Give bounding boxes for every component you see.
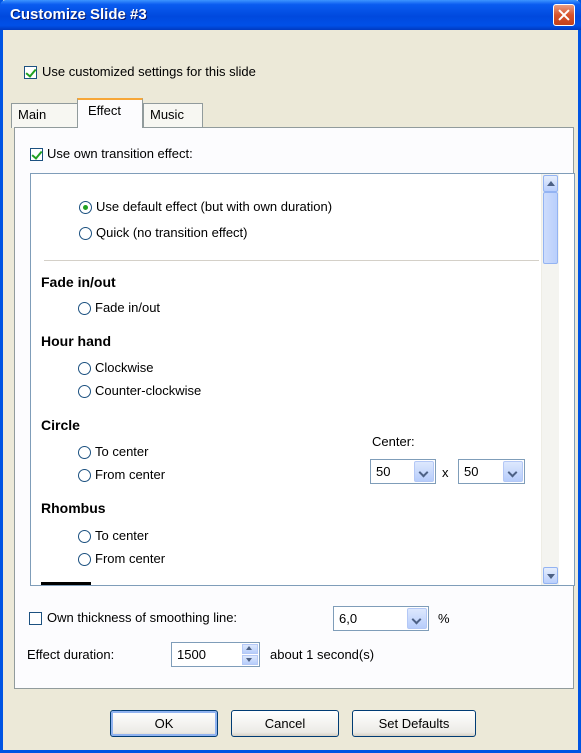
rhombus-from-center-label[interactable]: From center bbox=[95, 551, 165, 566]
scroll-up-button[interactable] bbox=[543, 175, 558, 192]
effects-scrollbar[interactable] bbox=[541, 174, 559, 585]
dialog-window: Customize Slide #3 Use customized settin… bbox=[0, 0, 581, 753]
radio-rhombus-to-center[interactable] bbox=[78, 530, 91, 543]
use-customized-checkbox[interactable] bbox=[24, 66, 37, 79]
radio-circle-to-center[interactable] bbox=[78, 446, 91, 459]
cancel-button-label: Cancel bbox=[264, 716, 306, 731]
default-effect-label[interactable]: Use default effect (but with own duratio… bbox=[96, 199, 332, 214]
scroll-thumb[interactable] bbox=[543, 192, 558, 264]
group-title-fade: Fade in/out bbox=[41, 274, 116, 290]
chevron-up-icon bbox=[547, 181, 555, 186]
counter-clockwise-label[interactable]: Counter-clockwise bbox=[95, 383, 201, 398]
chevron-down-icon[interactable] bbox=[414, 461, 434, 482]
separator bbox=[44, 260, 539, 261]
circle-from-center-label[interactable]: From center bbox=[95, 467, 165, 482]
tab-main-label: Main bbox=[18, 107, 47, 122]
radio-circle-from-center[interactable] bbox=[78, 469, 91, 482]
quick-effect-label[interactable]: Quick (no transition effect) bbox=[96, 225, 248, 240]
radio-rhombus-from-center[interactable] bbox=[78, 553, 91, 566]
smoothing-value: 6,0 bbox=[339, 611, 358, 626]
ok-button-label: OK bbox=[154, 716, 174, 731]
duration-spinner[interactable]: 1500 bbox=[171, 642, 260, 667]
group-title-circle: Circle bbox=[41, 417, 80, 433]
tab-main[interactable]: Main bbox=[11, 103, 78, 128]
group-title-hour-hand: Hour hand bbox=[41, 333, 111, 349]
smoothing-checkbox[interactable] bbox=[29, 612, 42, 625]
own-transition-label[interactable]: Use own transition effect: bbox=[47, 146, 193, 161]
radio-default-effect[interactable] bbox=[79, 201, 92, 214]
duration-label: Effect duration: bbox=[27, 647, 115, 662]
radio-counter-clockwise[interactable] bbox=[78, 385, 91, 398]
tab-effect-label: Effect bbox=[88, 103, 122, 118]
tab-music-label: Music bbox=[150, 107, 184, 122]
tab-effect[interactable]: Effect bbox=[77, 98, 143, 128]
radio-quick-effect[interactable] bbox=[79, 227, 92, 240]
duration-value: 1500 bbox=[177, 647, 206, 662]
chevron-down-icon bbox=[547, 574, 555, 579]
smoothing-label[interactable]: Own thickness of smoothing line: bbox=[47, 610, 237, 625]
smoothing-select[interactable]: 6,0 bbox=[333, 606, 429, 631]
clipped-group-title bbox=[41, 582, 91, 585]
chevron-up-icon bbox=[246, 646, 252, 650]
scroll-down-button[interactable] bbox=[543, 567, 558, 584]
window-title: Customize Slide #3 bbox=[10, 6, 147, 23]
circle-to-center-label[interactable]: To center bbox=[95, 444, 148, 459]
cancel-button[interactable]: Cancel bbox=[231, 710, 339, 737]
radio-clockwise[interactable] bbox=[78, 362, 91, 375]
smoothing-unit: % bbox=[438, 611, 450, 626]
set-defaults-button-label: Set Defaults bbox=[378, 716, 450, 731]
center-label: Center: bbox=[372, 434, 415, 449]
ok-button[interactable]: OK bbox=[110, 710, 218, 737]
title-bar[interactable]: Customize Slide #3 bbox=[0, 0, 581, 30]
close-icon[interactable] bbox=[553, 4, 575, 26]
chevron-down-icon[interactable] bbox=[503, 461, 523, 482]
center-separator: x bbox=[442, 465, 449, 480]
center-x-value: 50 bbox=[376, 464, 391, 479]
own-transition-checkbox[interactable] bbox=[30, 148, 43, 161]
set-defaults-button[interactable]: Set Defaults bbox=[352, 710, 476, 737]
use-customized-label[interactable]: Use customized settings for this slide bbox=[42, 64, 256, 79]
rhombus-to-center-label[interactable]: To center bbox=[95, 528, 148, 543]
duration-suffix: about 1 second(s) bbox=[270, 647, 375, 662]
center-y-select[interactable]: 50 bbox=[458, 459, 525, 484]
spin-up-button[interactable] bbox=[242, 644, 258, 654]
radio-fade[interactable] bbox=[78, 302, 91, 315]
fade-label[interactable]: Fade in/out bbox=[95, 300, 160, 315]
spin-down-button[interactable] bbox=[242, 655, 258, 665]
center-y-value: 50 bbox=[464, 464, 479, 479]
tab-music[interactable]: Music bbox=[143, 103, 203, 128]
chevron-down-icon bbox=[246, 658, 252, 662]
chevron-down-icon[interactable] bbox=[407, 608, 427, 629]
effects-list[interactable]: Use default effect (but with own duratio… bbox=[30, 173, 575, 586]
group-title-rhombus: Rhombus bbox=[41, 500, 106, 516]
clockwise-label[interactable]: Clockwise bbox=[95, 360, 154, 375]
center-x-select[interactable]: 50 bbox=[370, 459, 436, 484]
